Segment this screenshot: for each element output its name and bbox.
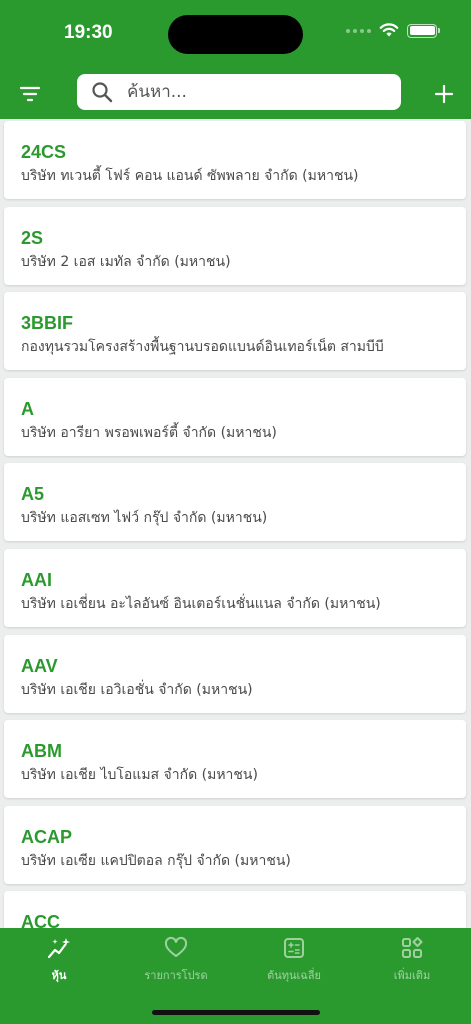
status-icons bbox=[346, 23, 440, 38]
stock-company-name: บริษัท ทเวนตี้ โฟร์ คอน แอนด์ ซัพพลาย จำ… bbox=[21, 168, 359, 184]
stock-list-item[interactable]: A5 บริษัท แอสเซท ไฟว์ กรุ๊ป จำกัด (มหาชน… bbox=[4, 463, 466, 541]
search-input[interactable] bbox=[127, 78, 387, 106]
tab-more[interactable]: เพิ่มเติม bbox=[353, 936, 471, 986]
cellular-signal-icon bbox=[346, 28, 371, 33]
stock-symbol: 2S bbox=[21, 228, 44, 248]
status-time: 19:30 bbox=[64, 22, 113, 43]
stock-list-item[interactable]: ABM บริษัท เอเชีย ไบโอแมส จำกัด (มหาชน) bbox=[4, 720, 466, 798]
stock-symbol: AAI bbox=[21, 570, 52, 590]
stock-list-item[interactable]: A บริษัท อารียา พรอพเพอร์ตี้ จำกัด (มหาช… bbox=[4, 378, 466, 456]
stock-symbol: 3BBIF bbox=[21, 313, 74, 333]
heart-icon bbox=[164, 936, 188, 957]
status-bar: 19:30 bbox=[0, 0, 471, 70]
add-button[interactable] bbox=[432, 82, 456, 106]
stock-list-item[interactable]: ACC bbox=[4, 891, 466, 928]
filter-button[interactable] bbox=[18, 82, 42, 106]
stock-list-item[interactable]: 3BBIF กองทุนรวมโครงสร้างพื้นฐานบรอดแบนด์… bbox=[4, 292, 466, 370]
stock-company-name: บริษัท เอเชี่ยน อะไลอันซ์ อินเตอร์เนชั่น… bbox=[21, 596, 381, 612]
stock-company-name: บริษัท อารียา พรอพเพอร์ตี้ จำกัด (มหาชน) bbox=[21, 425, 277, 441]
stock-company-name: บริษัท 2 เอส เมทัล จำกัด (มหาชน) bbox=[21, 254, 231, 270]
calculator-icon bbox=[284, 938, 304, 958]
stock-list-item[interactable]: AAI บริษัท เอเชี่ยน อะไลอันซ์ อินเตอร์เน… bbox=[4, 549, 466, 627]
stock-list-item[interactable]: ACAP บริษัท เอเซีย แคปปิตอล กรุ๊ป จำกัด … bbox=[4, 806, 466, 884]
tab-label: ต้นทุนเฉลี่ย bbox=[267, 969, 321, 982]
stock-symbol: A5 bbox=[21, 484, 45, 504]
stock-company-name: บริษัท เอเชีย ไบโอแมส จำกัด (มหาชน) bbox=[21, 767, 258, 783]
home-indicator bbox=[152, 1010, 320, 1015]
wifi-icon bbox=[379, 23, 399, 37]
grid-more-icon bbox=[402, 937, 423, 958]
top-app-bar bbox=[0, 70, 471, 119]
stock-company-name: บริษัท เอเซีย แคปปิตอล กรุ๊ป จำกัด (มหาช… bbox=[21, 853, 291, 869]
stock-list-item[interactable]: 2S บริษัท 2 เอส เมทัล จำกัด (มหาชน) bbox=[4, 207, 466, 285]
stock-symbol: ACC bbox=[21, 912, 60, 928]
stock-list: 24CS บริษัท ทเวนตี้ โฟร์ คอน แอนด์ ซัพพล… bbox=[0, 120, 471, 928]
stock-symbol: AAV bbox=[21, 656, 58, 676]
stock-list-item[interactable]: AAV บริษัท เอเชีย เอวิเอชั่น จำกัด (มหาช… bbox=[4, 635, 466, 713]
tab-stocks[interactable]: หุ้น bbox=[0, 936, 118, 986]
stock-company-name: บริษัท เอเชีย เอวิเอชั่น จำกัด (มหาชน) bbox=[21, 682, 253, 698]
battery-icon bbox=[407, 23, 440, 38]
tab-label: หุ้น bbox=[51, 969, 67, 982]
filter-icon bbox=[19, 86, 41, 102]
stock-symbol: ABM bbox=[21, 741, 62, 761]
tab-average-cost[interactable]: ต้นทุนเฉลี่ย bbox=[235, 936, 353, 986]
stock-symbol: A bbox=[21, 399, 34, 419]
stock-list-item[interactable]: 24CS บริษัท ทเวนตี้ โฟร์ คอน แอนด์ ซัพพล… bbox=[4, 121, 466, 199]
stock-company-name: กองทุนรวมโครงสร้างพื้นฐานบรอดแบนด์อินเทอ… bbox=[21, 339, 384, 355]
tab-label: เพิ่มเติม bbox=[393, 969, 431, 982]
chart-sparkle-icon bbox=[47, 938, 70, 959]
tab-favorites[interactable]: รายการโปรด bbox=[117, 936, 235, 986]
stock-company-name: บริษัท แอสเซท ไฟว์ กรุ๊ป จำกัด (มหาชน) bbox=[21, 510, 268, 526]
stock-symbol: ACAP bbox=[21, 827, 73, 847]
stock-symbol: 24CS bbox=[21, 142, 67, 162]
plus-icon bbox=[434, 84, 454, 104]
search-icon bbox=[92, 82, 113, 103]
dynamic-island bbox=[168, 15, 303, 54]
search-box[interactable] bbox=[77, 74, 401, 110]
tab-label: รายการโปรด bbox=[144, 969, 208, 982]
